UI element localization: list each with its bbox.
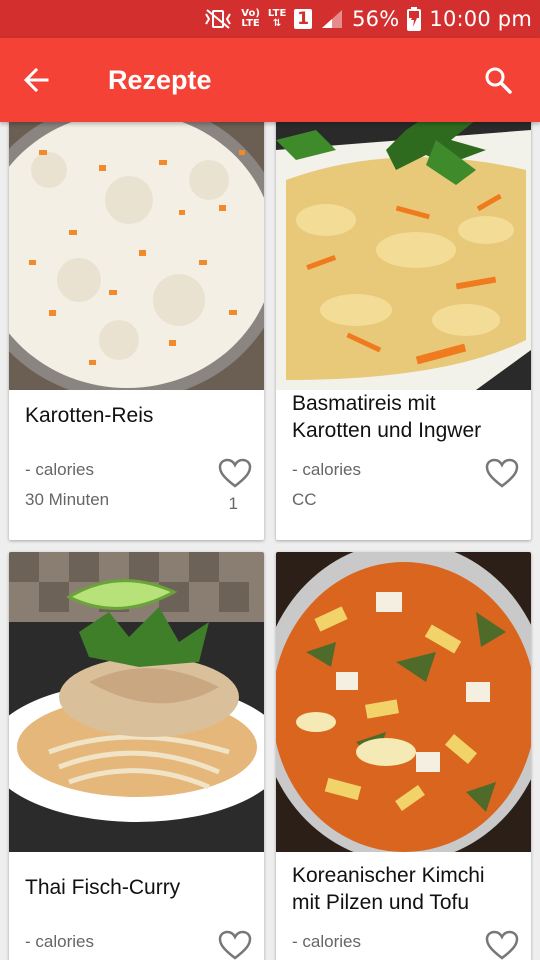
app-bar: Rezepte xyxy=(0,38,540,122)
battery-percent: 56% xyxy=(352,7,400,31)
vibrate-icon xyxy=(203,8,233,30)
recipe-duration: 30 Minuten xyxy=(25,490,110,509)
recipe-image xyxy=(9,552,264,852)
heart-icon[interactable] xyxy=(218,458,252,488)
recipe-calories: - calories xyxy=(292,932,361,951)
recipe-title: Karotten-Reis xyxy=(25,404,154,427)
signal-icon xyxy=(320,8,344,30)
heart-icon[interactable] xyxy=(485,458,519,488)
recipe-image xyxy=(276,122,531,390)
recipe-calories: - calories xyxy=(292,460,361,479)
recipe-title: Thai Fisch-Curry xyxy=(25,876,181,899)
recipe-image xyxy=(276,552,531,852)
recipe-card[interactable]: Koreanischer Kimchi mit Pilzen und Tofu … xyxy=(276,552,531,960)
battery-charging-icon xyxy=(407,7,422,31)
recipe-card[interactable]: Basmatireis mit Karotten und Ingwer - ca… xyxy=(276,122,531,540)
arrow-left-icon xyxy=(23,67,49,93)
recipe-title: Koreanischer Kimchi mit Pilzen und Tofu xyxy=(292,864,485,914)
page-title: Rezepte xyxy=(108,64,212,95)
volte-indicator: Vo) LTE xyxy=(241,8,260,29)
lte-indicator: LTE ⇅ xyxy=(267,8,287,29)
recipe-image xyxy=(9,122,264,390)
recipe-grid: Karotten-Reis - calories 30 Minuten 1 Ba… xyxy=(0,122,540,960)
heart-icon[interactable] xyxy=(218,930,252,960)
heart-icon[interactable] xyxy=(485,930,519,960)
recipe-card[interactable]: Karotten-Reis - calories 30 Minuten 1 xyxy=(9,122,264,540)
recipe-calories: - calories xyxy=(25,460,94,479)
back-button[interactable] xyxy=(0,38,72,122)
search-button[interactable] xyxy=(456,38,540,122)
recipe-calories: - calories xyxy=(25,932,94,951)
recipe-title: Basmatireis mit Karotten und Ingwer xyxy=(292,392,482,442)
clock: 10:00 pm xyxy=(429,7,532,31)
recipe-card[interactable]: Thai Fisch-Curry - calories xyxy=(9,552,264,960)
sim-badge: 1 xyxy=(294,9,313,29)
recipe-author: CC xyxy=(292,490,317,509)
search-icon xyxy=(485,67,512,94)
status-bar: Vo) LTE LTE ⇅ 1 56% 10:00 pm xyxy=(0,0,540,38)
like-count: 1 xyxy=(228,494,238,513)
